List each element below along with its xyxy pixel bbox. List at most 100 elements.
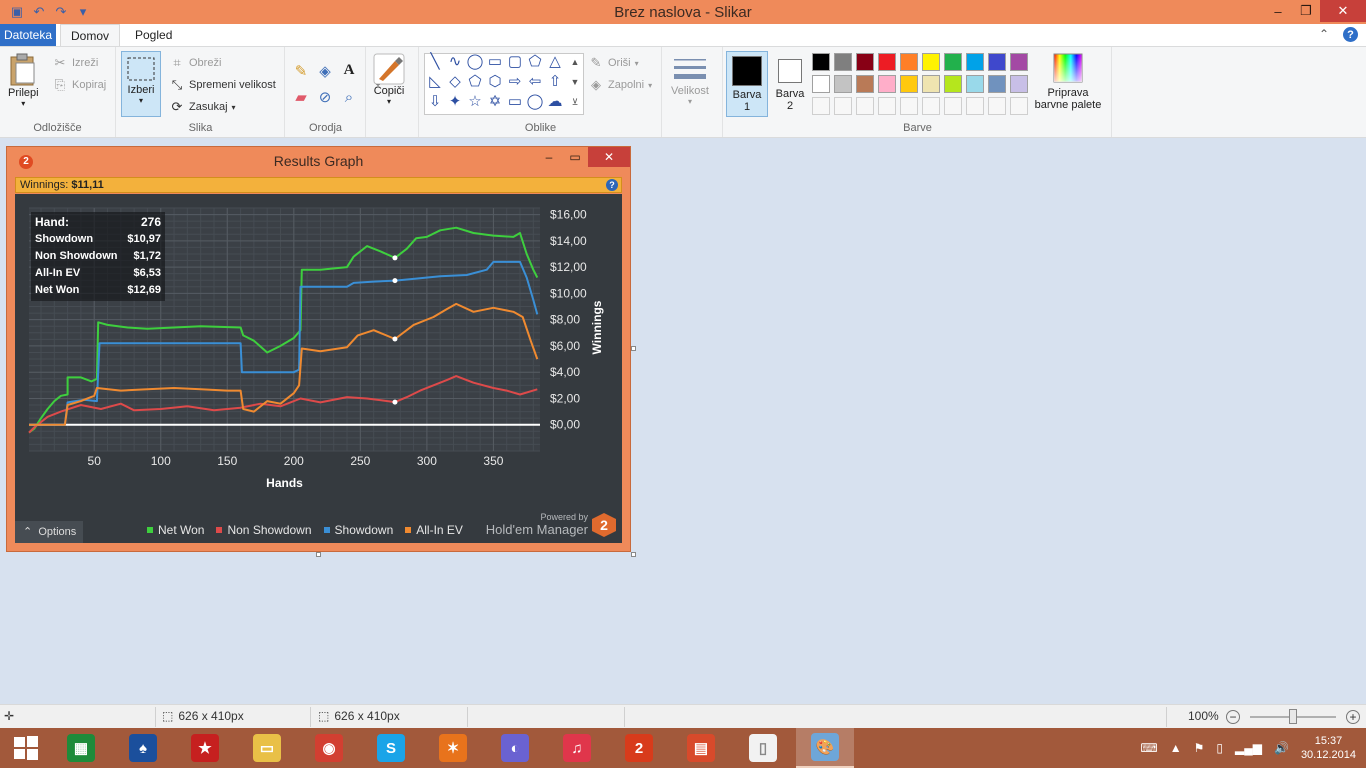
rectangle-shape-icon[interactable]: ▭: [486, 53, 504, 71]
left-arrow-shape-icon[interactable]: ⇦: [526, 73, 544, 91]
palette-color-swatch[interactable]: [900, 53, 918, 71]
taskbar-file-explorer-button[interactable]: ▭: [238, 728, 296, 768]
close-button[interactable]: ✕: [1320, 0, 1366, 22]
maximize-button[interactable]: ❐: [1292, 0, 1320, 22]
taskbar-excel-button[interactable]: ▦: [52, 728, 110, 768]
resize-handle-right[interactable]: [631, 346, 636, 351]
custom-color-slot[interactable]: [966, 97, 984, 115]
six-point-star-shape-icon[interactable]: ✡: [486, 93, 504, 111]
outline-button[interactable]: ✎ Oriši ▾: [588, 55, 639, 71]
custom-color-slot[interactable]: [856, 97, 874, 115]
palette-color-swatch[interactable]: [812, 53, 830, 71]
keyboard-icon[interactable]: ⌨: [1140, 741, 1157, 755]
four-point-star-shape-icon[interactable]: ✦: [446, 93, 464, 111]
start-button[interactable]: [0, 728, 52, 768]
taskbar-pokerstars-button[interactable]: ★: [176, 728, 234, 768]
resize-handle-bottom[interactable]: [316, 552, 321, 557]
gallery-expand-icon[interactable]: ⊻: [566, 93, 584, 111]
polygon-shape-icon[interactable]: ⬠: [526, 53, 544, 71]
palette-color-swatch[interactable]: [988, 53, 1006, 71]
pentagon-shape-icon[interactable]: ⬠: [466, 73, 484, 91]
custom-color-slot[interactable]: [922, 97, 940, 115]
palette-color-swatch[interactable]: [878, 75, 896, 93]
palette-color-swatch[interactable]: [1010, 53, 1028, 71]
custom-color-slot[interactable]: [878, 97, 896, 115]
oval-callout-shape-icon[interactable]: ◯: [526, 93, 544, 111]
pencil-icon[interactable]: ✎: [292, 63, 310, 81]
palette-color-swatch[interactable]: [1010, 75, 1028, 93]
crop-button[interactable]: ⌗ Obreži: [169, 55, 221, 71]
volume-icon[interactable]: 🔊: [1274, 741, 1289, 755]
text-tool-icon[interactable]: A: [340, 61, 358, 79]
taskbar-pokerstars-spade-button[interactable]: ♠: [114, 728, 172, 768]
taskbar-avast-button[interactable]: ✶: [424, 728, 482, 768]
palette-color-swatch[interactable]: [944, 75, 962, 93]
palette-color-swatch[interactable]: [878, 53, 896, 71]
magnifier-icon[interactable]: ⌕: [340, 89, 358, 107]
taskbar-holdem-manager-button[interactable]: 2: [610, 728, 668, 768]
show-hidden-icons-icon[interactable]: ▲: [1170, 741, 1182, 755]
palette-color-swatch[interactable]: [856, 53, 874, 71]
color2-button[interactable]: Barva 2: [772, 51, 808, 117]
resize-button[interactable]: ⤡ Spremeni velikost: [169, 77, 276, 93]
taskbar-blank-file-button[interactable]: ▯: [734, 728, 792, 768]
hexagon-shape-icon[interactable]: ⬡: [486, 73, 504, 91]
minimize-button[interactable]: –: [1264, 0, 1292, 22]
triangle-shape-icon[interactable]: △: [546, 53, 564, 71]
tab-home[interactable]: Domov: [60, 24, 121, 46]
custom-color-slot[interactable]: [834, 97, 852, 115]
clock[interactable]: 15:37 30.12.2014: [1301, 734, 1356, 762]
palette-color-swatch[interactable]: [988, 75, 1006, 93]
tab-file[interactable]: Datoteka: [0, 24, 56, 46]
custom-color-slot[interactable]: [812, 97, 830, 115]
taskbar-chrome-button[interactable]: ◉: [300, 728, 358, 768]
custom-color-slot[interactable]: [1010, 97, 1028, 115]
edit-colors-button[interactable]: Priprava barvne palete: [1030, 53, 1106, 111]
eraser-icon[interactable]: ▰: [292, 89, 310, 107]
right-triangle-shape-icon[interactable]: ◺: [426, 73, 444, 91]
color-picker-icon[interactable]: ⊘: [316, 89, 334, 107]
taskbar-itunes-button[interactable]: ♫: [548, 728, 606, 768]
zoom-slider-thumb[interactable]: [1289, 709, 1297, 724]
action-center-flag-icon[interactable]: ⚑: [1194, 741, 1205, 755]
resize-handle-corner[interactable]: [631, 552, 636, 557]
oval-shape-icon[interactable]: ◯: [466, 53, 484, 71]
select-button[interactable]: Izberi ▾: [121, 51, 161, 117]
fill-bucket-icon[interactable]: ◈: [316, 63, 334, 81]
palette-color-swatch[interactable]: [944, 53, 962, 71]
gallery-scroll-up-icon[interactable]: ▲: [566, 53, 584, 71]
palette-color-swatch[interactable]: [812, 75, 830, 93]
rounded-rectangle-shape-icon[interactable]: ▢: [506, 53, 524, 71]
zoom-out-button[interactable]: −: [1226, 710, 1240, 724]
copy-button[interactable]: ⎘ Kopiraj: [52, 77, 106, 93]
line-shape-icon[interactable]: ╲: [426, 53, 444, 71]
diamond-shape-icon[interactable]: ◇: [446, 73, 464, 91]
fill-button[interactable]: ◈ Zapolni ▾: [588, 77, 652, 93]
taskbar-browser-globe-button[interactable]: ◐: [486, 728, 544, 768]
rounded-callout-shape-icon[interactable]: ▭: [506, 93, 524, 111]
custom-color-slot[interactable]: [988, 97, 1006, 115]
taskbar-skype-button[interactable]: S: [362, 728, 420, 768]
custom-color-slot[interactable]: [944, 97, 962, 115]
taskbar-paint-button[interactable]: 🎨: [796, 728, 854, 768]
rotate-button[interactable]: ⟳ Zasukaj ▾: [169, 99, 236, 115]
paste-button[interactable]: Prilepi ▾: [8, 53, 39, 108]
gallery-scroll-down-icon[interactable]: ▼: [566, 73, 584, 91]
tab-view[interactable]: Pogled: [125, 24, 182, 46]
collapse-ribbon-icon[interactable]: ⌃: [1319, 27, 1329, 42]
right-arrow-shape-icon[interactable]: ⇨: [506, 73, 524, 91]
cloud-callout-shape-icon[interactable]: ☁: [546, 93, 564, 111]
size-button[interactable]: Velikost ▾: [671, 55, 709, 106]
taskbar-mp3-file-button[interactable]: ▤: [672, 728, 730, 768]
palette-color-swatch[interactable]: [834, 53, 852, 71]
cut-button[interactable]: ✂ Izreži: [52, 55, 99, 71]
palette-color-swatch[interactable]: [922, 53, 940, 71]
brushes-button[interactable]: Čopiči ▾: [373, 53, 405, 106]
zoom-in-button[interactable]: +: [1346, 710, 1360, 724]
battery-icon[interactable]: ▯: [1216, 741, 1223, 755]
palette-color-swatch[interactable]: [922, 75, 940, 93]
palette-color-swatch[interactable]: [834, 75, 852, 93]
down-arrow-shape-icon[interactable]: ⇩: [426, 93, 444, 111]
curve-shape-icon[interactable]: ∿: [446, 53, 464, 71]
help-icon[interactable]: ?: [1343, 27, 1358, 42]
